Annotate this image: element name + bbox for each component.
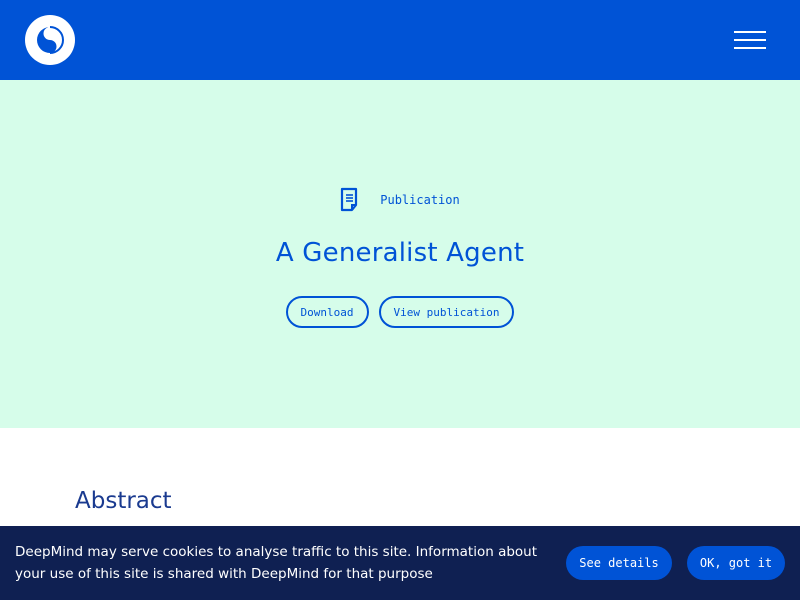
menu-line [734, 39, 766, 41]
menu-line [734, 31, 766, 33]
publication-type-row: Publication [0, 186, 800, 214]
publication-type-label: Publication [380, 193, 460, 207]
cookie-banner: DeepMind may serve cookies to analyse tr… [0, 526, 800, 600]
see-details-button[interactable]: See details [566, 546, 672, 580]
view-publication-button[interactable]: View publication [378, 296, 515, 328]
abstract-heading: Abstract [75, 488, 172, 514]
download-button[interactable]: Download [285, 296, 369, 328]
page-title: A Generalist Agent [275, 238, 525, 268]
document-icon [341, 187, 358, 212]
hamburger-menu-icon[interactable] [733, 28, 767, 52]
cookie-banner-text: DeepMind may serve cookies to analyse tr… [15, 544, 538, 582]
menu-line [734, 47, 766, 49]
deepmind-logo-icon[interactable] [25, 15, 75, 65]
publication-hero: Publication A Generalist Agent Download … [0, 80, 800, 428]
publication-actions: Download View publication [0, 296, 800, 328]
top-navigation-bar [0, 0, 800, 80]
accept-cookies-button[interactable]: OK, got it [687, 546, 785, 580]
